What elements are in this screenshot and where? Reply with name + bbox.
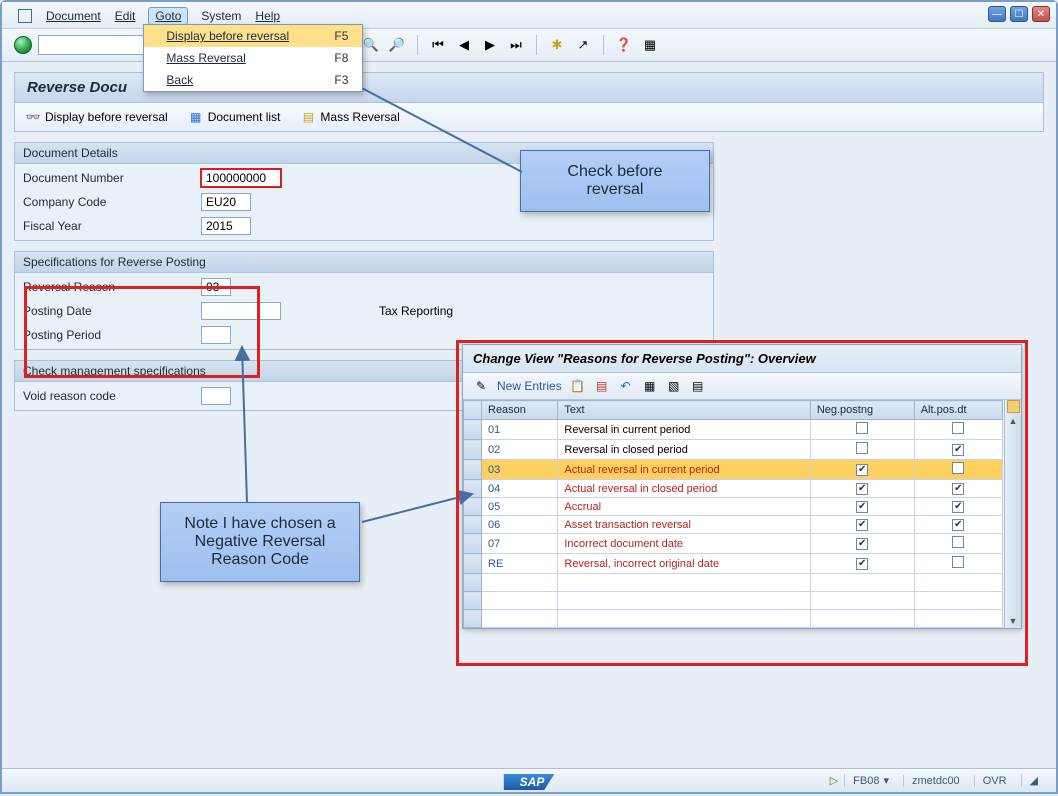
status-tcode: FB08 ▾ — [844, 774, 897, 787]
col-text[interactable]: Text — [558, 401, 810, 420]
table-row[interactable]: 07Incorrect document date✔ — [464, 534, 1003, 554]
last-page-icon[interactable]: ⏭ — [506, 35, 526, 55]
status-resize-icon: ◢ — [1021, 774, 1046, 787]
status-system: zmetdc00 — [903, 775, 968, 787]
col-alt[interactable]: Alt.pos.dt — [914, 401, 1002, 420]
fiscal-year-label: Fiscal Year — [23, 219, 193, 233]
table-row[interactable]: REReversal, incorrect original date✔ — [464, 554, 1003, 574]
menu-goto-mass-reversal[interactable]: Mass Reversal F8 — [144, 47, 362, 69]
status-nav-icon[interactable]: ▷ — [830, 774, 838, 787]
delete-icon[interactable]: ▤ — [594, 378, 610, 394]
new-session-icon[interactable]: ✱ — [547, 35, 567, 55]
overview-scrollbar[interactable]: ▲ ▼ — [1004, 400, 1021, 628]
company-code-label: Company Code — [23, 195, 193, 209]
change-icon[interactable]: ✎ — [473, 378, 489, 394]
command-field[interactable] — [38, 35, 158, 55]
tax-reporting-label: Tax Reporting — [379, 304, 453, 318]
company-code-input[interactable] — [201, 193, 251, 211]
reasons-table: Reason Text Neg.postng Alt.pos.dt 01Reve… — [463, 400, 1003, 628]
minimize-button[interactable]: — — [988, 6, 1006, 22]
table-settings-icon[interactable]: ▤ — [690, 378, 706, 394]
table-row-empty — [464, 610, 1003, 628]
col-neg[interactable]: Neg.postng — [810, 401, 914, 420]
deselect-all-icon[interactable]: ▧ — [666, 378, 682, 394]
find-icon[interactable]: 🔍 — [361, 35, 381, 55]
table-row-empty — [464, 592, 1003, 610]
maximize-button[interactable]: ☐ — [1010, 6, 1028, 22]
next-page-icon[interactable]: ▶ — [480, 35, 500, 55]
menu-system[interactable]: System — [201, 9, 241, 23]
document-list-button[interactable]: ▦ Document list — [188, 109, 281, 125]
mass-reversal-button[interactable]: ▤ Mass Reversal — [300, 109, 399, 125]
void-reason-label: Void reason code — [23, 389, 193, 403]
reversal-reason-label: Reversal Reason — [23, 280, 193, 294]
sub-toolbar: 👓 Display before reversal ▦ Document lis… — [14, 103, 1044, 132]
table-row[interactable]: 03Actual reversal in current period✔ — [464, 460, 1003, 480]
doc-number-input[interactable] — [201, 169, 281, 187]
help-icon[interactable]: ❓ — [614, 35, 634, 55]
overview-panel: Change View "Reasons for Reverse Posting… — [462, 344, 1022, 629]
menu-goto[interactable]: Goto Display before reversal F5 Mass Rev… — [149, 8, 187, 24]
table-row[interactable]: 04Actual reversal in closed period✔✔ — [464, 480, 1003, 498]
statusbar: SAP ▷ FB08 ▾ zmetdc00 OVR ◢ — [2, 768, 1056, 792]
shortcut-icon[interactable]: ↗ — [573, 35, 593, 55]
menu-indicator-icon — [18, 9, 32, 23]
glasses-icon: 👓 — [25, 109, 41, 125]
table-row[interactable]: 06Asset transaction reversal✔✔ — [464, 516, 1003, 534]
void-reason-input[interactable] — [201, 387, 231, 405]
enter-icon[interactable] — [14, 36, 32, 54]
table-row[interactable]: 02Reversal in closed period✔ — [464, 440, 1003, 460]
new-entries-button[interactable]: New Entries — [497, 379, 562, 393]
undo-icon[interactable]: ↶ — [618, 378, 634, 394]
select-all-icon[interactable]: ▦ — [642, 378, 658, 394]
menu-edit[interactable]: Edit — [115, 9, 136, 23]
menu-goto-display-before[interactable]: Display before reversal F5 — [144, 25, 362, 47]
document-list-label: Document list — [208, 110, 281, 124]
close-button[interactable]: ✕ — [1032, 6, 1050, 22]
sap-logo: SAP — [504, 774, 555, 790]
menu-document[interactable]: Document — [46, 9, 101, 23]
overview-toolbar: ✎ New Entries 📋 ▤ ↶ ▦ ▧ ▤ — [463, 373, 1021, 400]
table-row-empty — [464, 574, 1003, 592]
table-config-icon[interactable] — [1007, 400, 1020, 413]
copy-icon[interactable]: 📋 — [570, 378, 586, 394]
reverse-spec-group: Specifications for Reverse Posting Rever… — [14, 251, 714, 350]
callout-negative-reason: Note I have chosen a Negative Reversal R… — [160, 502, 360, 582]
table-row[interactable]: 05Accrual✔✔ — [464, 498, 1003, 516]
reverse-spec-title: Specifications for Reverse Posting — [15, 252, 713, 273]
mass-icon: ▤ — [300, 109, 316, 125]
menubar: Document Edit Goto Display before revers… — [2, 2, 1056, 29]
overview-title: Change View "Reasons for Reverse Posting… — [463, 345, 1021, 373]
layout-icon[interactable]: ▦ — [640, 35, 660, 55]
posting-date-label: Posting Date — [23, 304, 193, 318]
status-mode: OVR — [974, 775, 1015, 787]
prev-page-icon[interactable]: ◀ — [454, 35, 474, 55]
posting-date-input[interactable] — [201, 302, 281, 320]
menu-help[interactable]: Help — [255, 9, 280, 23]
callout-check-before: Check before reversal — [520, 150, 710, 212]
posting-period-label: Posting Period — [23, 328, 193, 342]
menu-goto-back[interactable]: Back F3 — [144, 69, 362, 91]
fiscal-year-input[interactable] — [201, 217, 251, 235]
col-reason[interactable]: Reason — [482, 401, 558, 420]
table-row[interactable]: 01Reversal in current period — [464, 420, 1003, 440]
reversal-reason-input[interactable] — [201, 278, 231, 296]
list-icon: ▦ — [188, 109, 204, 125]
posting-period-input[interactable] — [201, 326, 231, 344]
doc-number-label: Document Number — [23, 171, 193, 185]
first-page-icon[interactable]: ⏮ — [428, 35, 448, 55]
display-before-label: Display before reversal — [45, 110, 168, 124]
find-next-icon[interactable]: 🔎 — [387, 35, 407, 55]
mass-reversal-label: Mass Reversal — [320, 110, 399, 124]
menu-goto-dropdown: Display before reversal F5 Mass Reversal… — [143, 24, 363, 92]
display-before-reversal-button[interactable]: 👓 Display before reversal — [25, 109, 168, 125]
